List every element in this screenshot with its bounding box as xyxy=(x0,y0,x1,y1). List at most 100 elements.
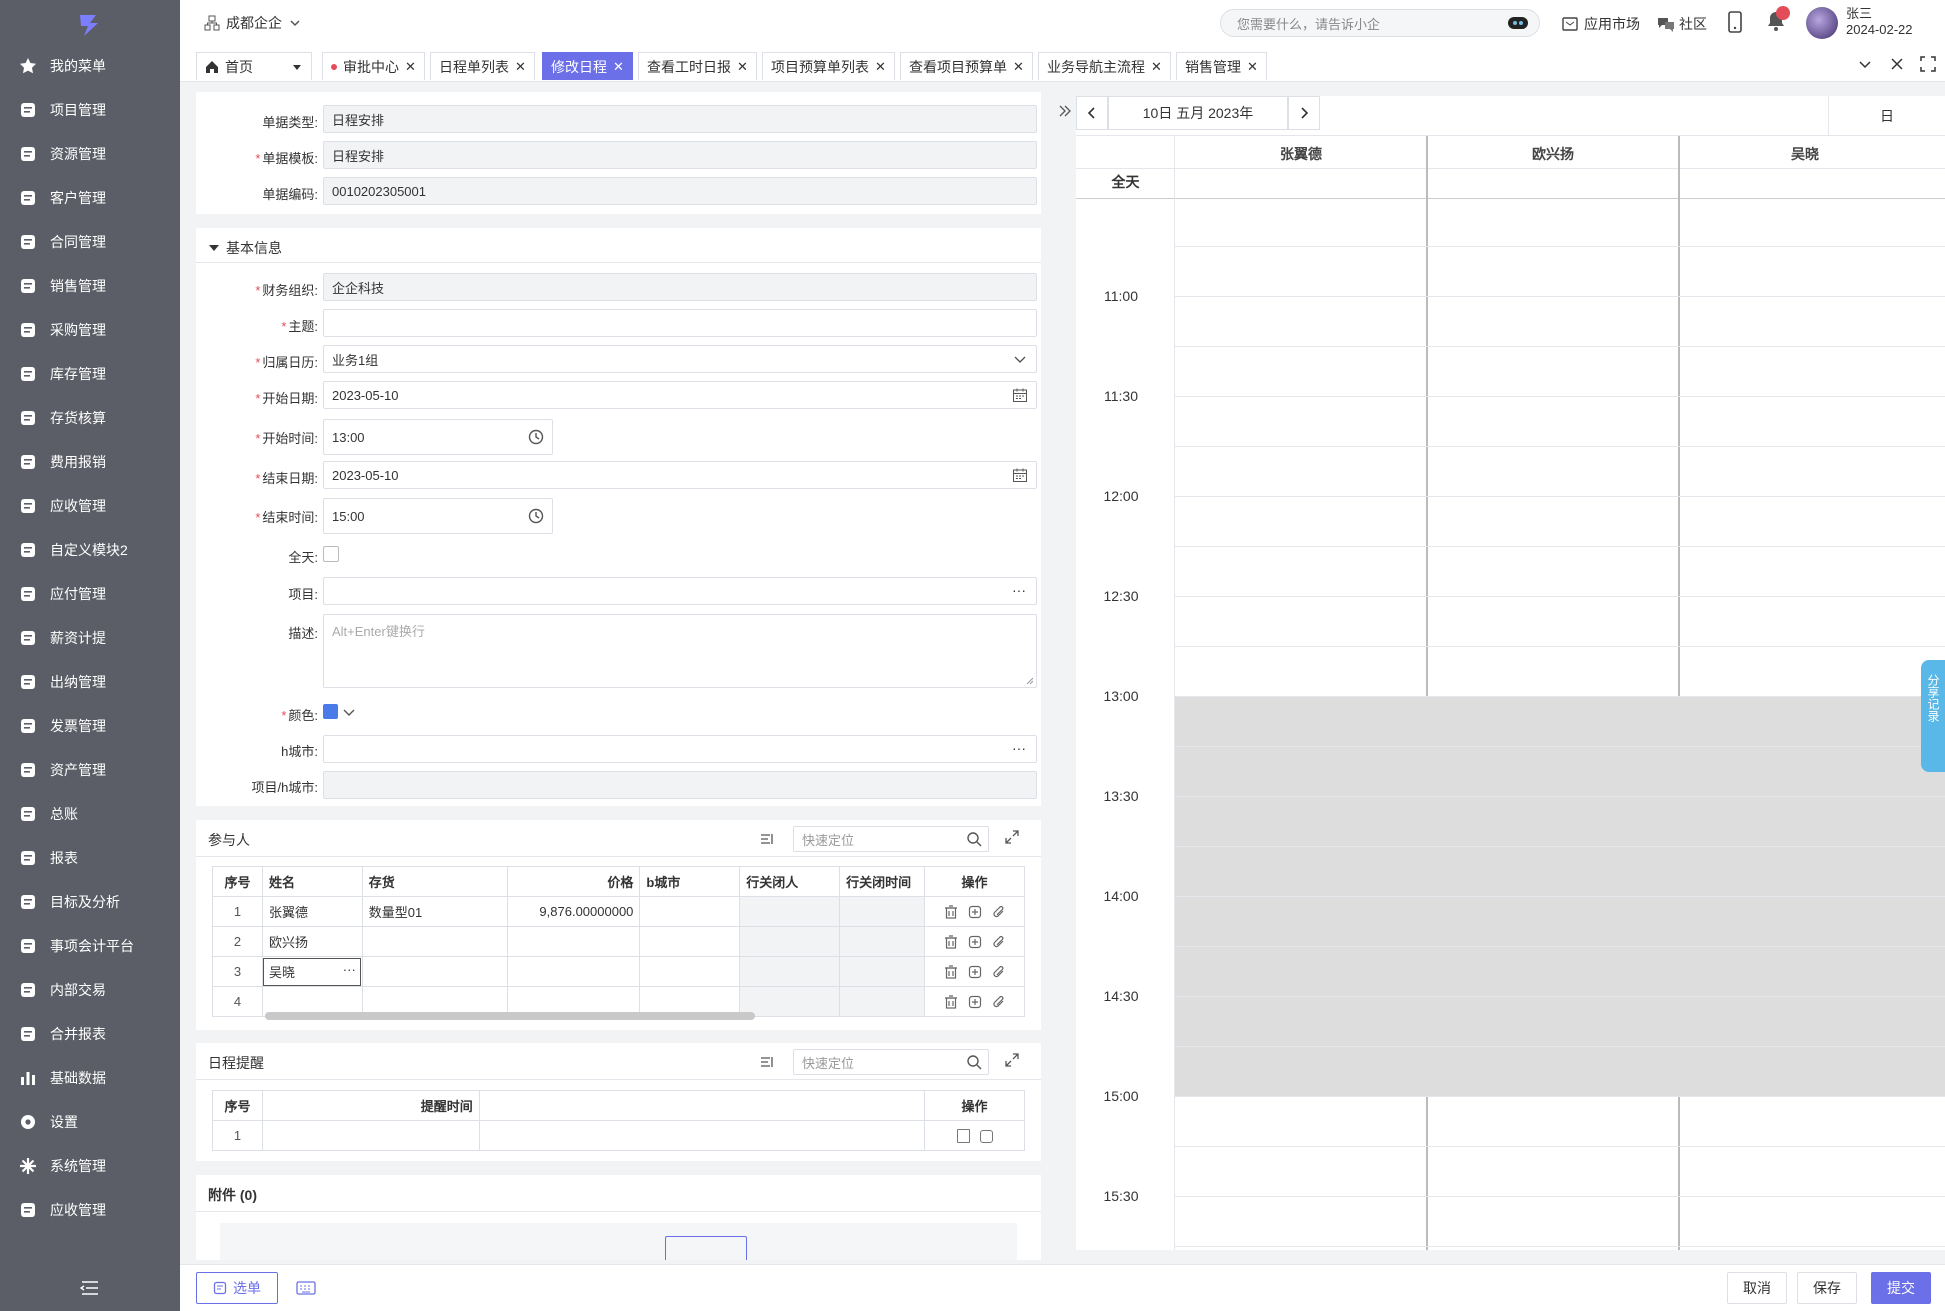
tab-approval-center[interactable]: 审批中心 ✕ xyxy=(322,52,425,80)
resize-handle-icon[interactable] xyxy=(1026,677,1034,685)
price-cell[interactable]: 9,876.00000000 xyxy=(506,896,641,927)
start-time-input[interactable]: 13:00 xyxy=(323,419,553,455)
global-search-input[interactable]: 您需要什么，请告诉小企 xyxy=(1220,9,1540,37)
sidebar-item[interactable]: 事项会计平台 xyxy=(0,924,180,968)
sidebar-item[interactable]: 出纳管理 xyxy=(0,660,180,704)
desc-textarea[interactable]: Alt+Enter键换行 xyxy=(323,614,1037,688)
assistant-robot-icon[interactable] xyxy=(1507,15,1529,31)
community-link[interactable]: 社区 xyxy=(1657,14,1707,34)
cell[interactable] xyxy=(478,1120,926,1151)
start-date-input[interactable]: 2023-05-10 xyxy=(323,381,1037,409)
close-icon[interactable]: ✕ xyxy=(1013,59,1024,75)
sidebar-item[interactable]: 发票管理 xyxy=(0,704,180,748)
save-button[interactable]: 保存 xyxy=(1797,1272,1857,1304)
sidebar-item[interactable]: 应收管理 xyxy=(0,484,180,528)
sidebar-item[interactable]: 自定义模块2 xyxy=(0,528,180,572)
bcity-cell[interactable] xyxy=(639,896,741,927)
delete-icon[interactable] xyxy=(956,1129,970,1144)
copy-row-icon[interactable] xyxy=(968,935,982,949)
upload-button[interactable] xyxy=(665,1236,747,1260)
tab-home[interactable]: 首页 xyxy=(196,52,312,80)
name-cell[interactable]: 吴晓 ··· xyxy=(261,956,363,987)
tab-view-project-budget[interactable]: 查看项目预算单 ✕ xyxy=(900,52,1033,80)
sidebar-item[interactable]: 报表 xyxy=(0,836,180,880)
sidebar-item[interactable]: 我的菜单 xyxy=(0,44,180,88)
bcity-cell[interactable] xyxy=(639,956,741,987)
next-day-button[interactable] xyxy=(1288,96,1320,130)
menu-select-button[interactable]: 选单 xyxy=(196,1272,278,1304)
collapse-menu-icon[interactable] xyxy=(80,1280,100,1296)
share-record-tab[interactable]: 分享记录 xyxy=(1921,660,1945,772)
app-logo-icon[interactable] xyxy=(76,10,104,38)
sidebar-item[interactable]: 客户管理 xyxy=(0,176,180,220)
user-info[interactable]: 张三 2024-02-22 xyxy=(1846,6,1913,38)
tab-view-timesheet[interactable]: 查看工时日报 ✕ xyxy=(638,52,757,80)
stock-cell[interactable]: 数量型01 xyxy=(361,896,508,927)
delete-icon[interactable] xyxy=(944,965,958,979)
delete-icon[interactable] xyxy=(944,995,958,1009)
calendar-icon[interactable] xyxy=(1012,387,1028,403)
clock-icon[interactable] xyxy=(528,508,544,524)
expand-icon[interactable] xyxy=(1004,1052,1020,1068)
sidebar-item[interactable]: 内部交易 xyxy=(0,968,180,1012)
sidebar-item[interactable]: 存货核算 xyxy=(0,396,180,440)
sidebar-item[interactable]: 应收管理 xyxy=(0,1188,180,1232)
calendar-icon[interactable] xyxy=(1012,467,1028,483)
calendar-date-label[interactable]: 10日 五月 2023年 xyxy=(1108,96,1288,130)
allday-checkbox[interactable] xyxy=(323,546,339,562)
price-cell[interactable] xyxy=(506,926,641,957)
clock-icon[interactable] xyxy=(528,429,544,445)
close-all-icon[interactable] xyxy=(1890,57,1904,71)
upload-dropzone[interactable] xyxy=(220,1223,1017,1260)
delete-icon[interactable] xyxy=(944,935,958,949)
sidebar-item[interactable]: 薪资计提 xyxy=(0,616,180,660)
calendar-select[interactable]: 业务1组 xyxy=(323,345,1037,373)
avatar[interactable] xyxy=(1806,7,1838,39)
more-icon[interactable]: ··· xyxy=(1012,740,1026,756)
participants-search-input[interactable]: 快速定位 xyxy=(793,826,989,852)
sidebar-item[interactable]: 项目管理 xyxy=(0,88,180,132)
attachment-icon[interactable] xyxy=(992,965,1006,979)
project-input[interactable]: ··· xyxy=(323,577,1037,605)
column-settings-icon[interactable] xyxy=(759,831,775,847)
stock-cell[interactable] xyxy=(361,926,508,957)
caret-down-icon[interactable] xyxy=(291,61,303,73)
sidebar-item[interactable]: 总账 xyxy=(0,792,180,836)
cancel-button[interactable]: 取消 xyxy=(1727,1272,1787,1304)
sidebar-item[interactable]: 应付管理 xyxy=(0,572,180,616)
sidebar-item[interactable]: 费用报销 xyxy=(0,440,180,484)
name-cell[interactable]: 张翼德 xyxy=(261,896,363,927)
sidebar-item[interactable]: 系统管理 xyxy=(0,1144,180,1188)
search-icon[interactable] xyxy=(966,1054,982,1070)
copy-row-icon[interactable] xyxy=(979,1129,993,1143)
sidebar-item[interactable]: 合并报表 xyxy=(0,1012,180,1056)
delete-icon[interactable] xyxy=(944,905,958,919)
close-icon[interactable]: ✕ xyxy=(613,59,624,75)
color-picker[interactable] xyxy=(323,704,356,719)
submit-button[interactable]: 提交 xyxy=(1871,1272,1931,1304)
sidebar-item[interactable]: 合同管理 xyxy=(0,220,180,264)
bcity-cell[interactable] xyxy=(639,926,741,957)
tab-sales[interactable]: 销售管理 ✕ xyxy=(1176,52,1267,80)
close-icon[interactable]: ✕ xyxy=(405,59,416,75)
price-cell[interactable] xyxy=(506,956,641,987)
org-switcher[interactable]: 成都企企 xyxy=(204,13,302,33)
close-icon[interactable]: ✕ xyxy=(1247,59,1258,75)
notification-bell[interactable] xyxy=(1766,6,1790,36)
prev-day-button[interactable] xyxy=(1076,96,1108,130)
close-icon[interactable]: ✕ xyxy=(1151,59,1162,75)
end-time-input[interactable]: 15:00 xyxy=(323,498,553,534)
sidebar-item[interactable]: 采购管理 xyxy=(0,308,180,352)
tab-schedule-list[interactable]: 日程单列表 ✕ xyxy=(430,52,535,80)
more-icon[interactable]: ··· xyxy=(1012,582,1026,598)
copy-row-icon[interactable] xyxy=(968,905,982,919)
copy-row-icon[interactable] xyxy=(968,965,982,979)
more-icon[interactable]: ··· xyxy=(343,962,356,977)
mobile-icon[interactable] xyxy=(1728,11,1742,33)
sidebar-item[interactable]: 设置 xyxy=(0,1100,180,1144)
double-chevron-right-icon[interactable] xyxy=(1058,104,1072,118)
search-icon[interactable] xyxy=(966,831,982,847)
reminders-search-input[interactable]: 快速定位 xyxy=(793,1049,989,1075)
sidebar-item[interactable]: 目标及分析 xyxy=(0,880,180,924)
name-cell[interactable]: 欧兴扬 xyxy=(261,926,363,957)
